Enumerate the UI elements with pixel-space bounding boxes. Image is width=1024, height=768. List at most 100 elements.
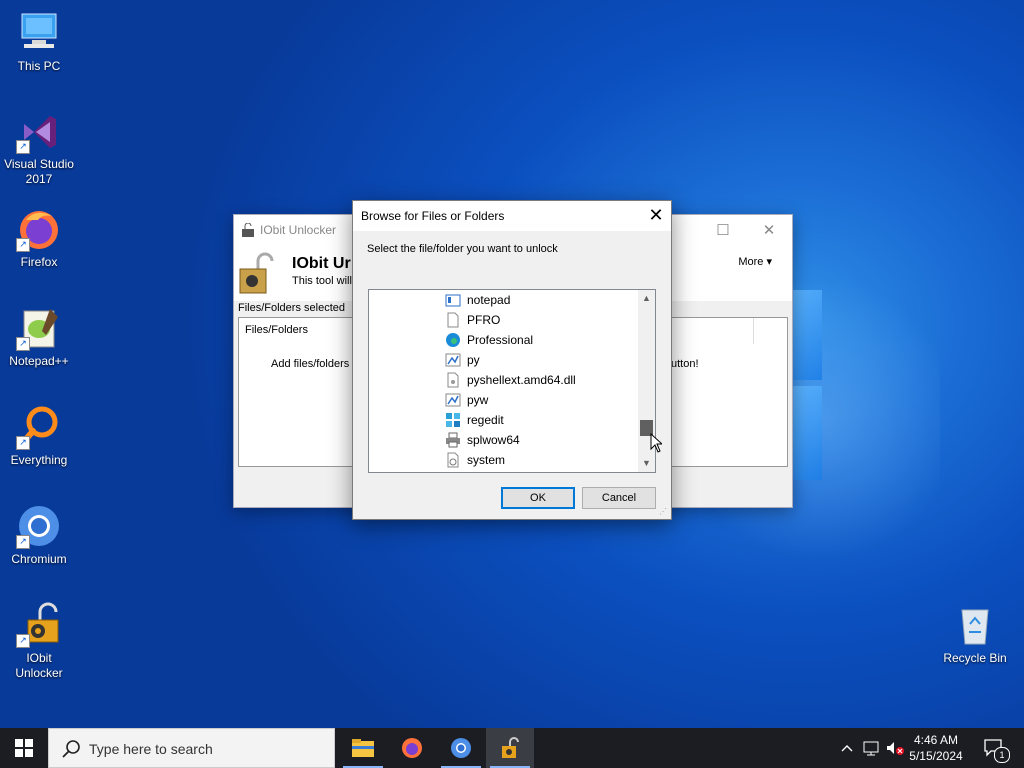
tree-item[interactable]: pyshellext.amd64.dll: [445, 370, 576, 390]
add-files-hint-end: utton!: [671, 358, 699, 370]
document-icon: [445, 312, 461, 328]
recycle-bin-icon: [952, 602, 998, 648]
taskbar-file-explorer[interactable]: [339, 728, 387, 768]
wallpaper-logo-pane: [792, 386, 822, 480]
desktop-icon-label: Recycle Bin: [943, 651, 1007, 665]
tree-item[interactable]: PFRO: [445, 310, 500, 330]
dialog-instruction: Select the file/folder you want to unloc…: [367, 243, 558, 255]
desktop-icon-this-pc[interactable]: This PC: [1, 10, 77, 74]
desktop-icon-everything[interactable]: ↗ Everything: [1, 404, 77, 468]
chevron-up-icon: [841, 745, 853, 752]
desktop-icon-iobit-unlocker[interactable]: ↗ IObit Unlocker: [1, 602, 77, 681]
clock-time: 4:46 AM: [913, 733, 959, 747]
dialog-title: Browse for Files or Folders: [361, 209, 505, 223]
notification-badge: 1: [994, 747, 1010, 763]
notepad-icon: [445, 292, 461, 308]
tree-item-label: system: [467, 453, 506, 467]
windows-logo-icon: [15, 739, 33, 757]
shortcut-arrow-icon: ↗: [16, 238, 30, 252]
dll-icon: [445, 372, 461, 388]
shortcut-arrow-icon: ↗: [16, 140, 30, 154]
computer-icon: [16, 10, 62, 56]
printer-icon: [445, 432, 461, 448]
header-subtitle: This tool will l: [292, 275, 358, 287]
tree-item-label: notepad: [467, 293, 511, 307]
registry-icon: [445, 412, 461, 428]
python-icon: [445, 392, 461, 408]
add-files-hint: Add files/folders t: [271, 358, 356, 370]
search-icon: [61, 739, 81, 762]
firefox-icon: [402, 738, 422, 758]
tree-item-label: PFRO: [467, 313, 501, 327]
shortcut-arrow-icon: ↗: [16, 535, 30, 549]
desktop-icon-label: Everything: [10, 453, 68, 467]
desktop-icon-label: IObit Unlocker: [15, 651, 63, 680]
scroll-up-icon[interactable]: ▲: [638, 290, 655, 307]
column-divider: [753, 318, 754, 344]
tree-item-label: pyw: [467, 393, 489, 407]
tree-item-label: regedit: [467, 413, 504, 427]
header-title: IObit Ur: [292, 255, 351, 272]
tree-item[interactable]: notepad: [445, 290, 510, 310]
folder-tree[interactable]: notepad PFRO Professional py pyshellext.…: [368, 289, 656, 473]
magnifier-icon: ↗: [16, 404, 62, 450]
tree-item[interactable]: pyw: [445, 390, 488, 410]
ok-button[interactable]: OK: [501, 487, 575, 509]
edge-icon: [445, 332, 461, 348]
desktop-icon-chromium[interactable]: ↗ Chromium: [1, 503, 77, 567]
shortcut-arrow-icon: ↗: [16, 436, 30, 450]
cancel-button[interactable]: Cancel: [582, 487, 656, 509]
tree-item[interactable]: splwow64: [445, 430, 520, 450]
search-placeholder: Type here to search: [89, 741, 213, 757]
wallpaper-logo-pane: [792, 290, 822, 380]
network-tray-button[interactable]: [860, 728, 882, 768]
tree-item-label: splwow64: [467, 433, 520, 447]
tree-item[interactable]: Professional: [445, 330, 533, 350]
unlocker-icon: ↗: [16, 602, 62, 648]
scroll-down-icon[interactable]: ▼: [638, 455, 655, 472]
close-icon[interactable]: ✕: [641, 201, 671, 231]
resize-grip-icon[interactable]: ⋰: [659, 507, 669, 517]
visual-studio-icon: ↗: [16, 108, 62, 154]
taskbar-iobit-unlocker[interactable]: [486, 728, 534, 768]
action-center-button[interactable]: 1: [976, 728, 1012, 768]
mouse-cursor-icon: [650, 432, 664, 456]
chromium-icon: ↗: [16, 503, 62, 549]
shortcut-arrow-icon: ↗: [16, 337, 30, 351]
close-button[interactable]: ✕: [746, 215, 792, 245]
python-icon: [445, 352, 461, 368]
desktop-icon-label: Chromium: [11, 552, 67, 566]
settings-file-icon: [445, 452, 461, 468]
desktop-icon-firefox[interactable]: ↗ Firefox: [1, 206, 77, 270]
tree-item-label: py: [467, 353, 480, 367]
unlocker-logo-icon: [238, 251, 278, 298]
start-button[interactable]: [0, 728, 48, 768]
tree-item[interactable]: system: [445, 450, 505, 470]
desktop-icon-notepadpp[interactable]: ↗ Notepad++: [1, 305, 77, 369]
desktop-icon-visual-studio[interactable]: ↗ Visual Studio 2017: [1, 108, 77, 187]
taskbar: Type here to search 4:46 AM 5/15/2024 1: [0, 728, 1024, 768]
more-menu-button[interactable]: More ▾: [738, 255, 772, 268]
taskbar-clock[interactable]: 4:46 AM 5/15/2024: [896, 732, 976, 764]
show-hidden-icons-button[interactable]: [838, 728, 856, 768]
tree-item[interactable]: py: [445, 350, 480, 370]
shortcut-arrow-icon: ↗: [16, 634, 30, 648]
firefox-icon: ↗: [16, 206, 62, 252]
files-column-header[interactable]: Files/Folders: [245, 324, 308, 336]
taskbar-firefox[interactable]: [388, 728, 436, 768]
tree-item[interactable]: regedit: [445, 410, 504, 430]
browse-dialog: Browse for Files or Folders ✕ Select the…: [352, 200, 672, 520]
desktop-icon-label: Firefox: [20, 255, 58, 269]
notepadpp-icon: ↗: [16, 305, 62, 351]
clock-date: 5/15/2024: [909, 749, 963, 763]
window-title: IObit Unlocker: [260, 223, 337, 237]
desktop-icon-label: Visual Studio 2017: [4, 157, 74, 186]
tree-item-label: Professional: [467, 333, 534, 347]
desktop-icon-recycle-bin[interactable]: Recycle Bin: [937, 602, 1013, 666]
taskbar-search-box[interactable]: Type here to search: [48, 728, 335, 768]
network-icon: [863, 741, 879, 756]
taskbar-chromium[interactable]: [437, 728, 485, 768]
app-lock-icon: [241, 222, 255, 240]
dialog-titlebar[interactable]: Browse for Files or Folders ✕: [353, 201, 671, 231]
maximize-button[interactable]: ☐: [700, 215, 746, 245]
